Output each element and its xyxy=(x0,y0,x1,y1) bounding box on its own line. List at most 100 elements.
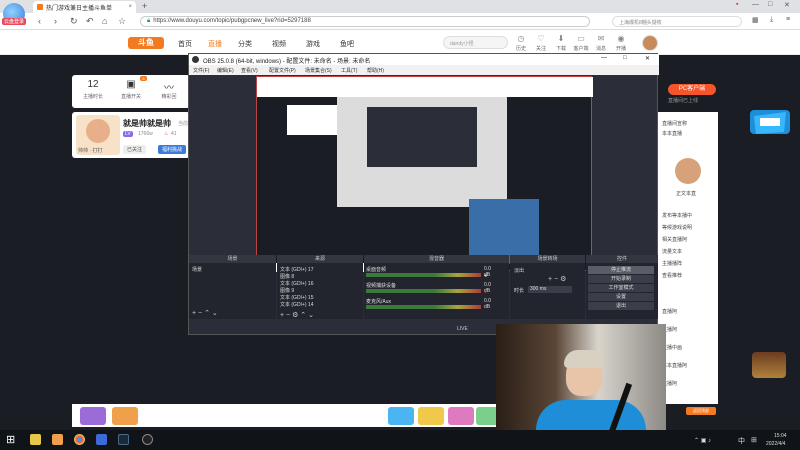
maximize-button[interactable]: □ xyxy=(768,1,772,8)
close-window-button[interactable]: ✕ xyxy=(784,1,790,9)
challenge-button[interactable]: 福利挑战 xyxy=(158,145,187,154)
settings-button[interactable]: 设置 xyxy=(588,293,654,301)
obs-maximize-button[interactable]: □ xyxy=(623,55,627,61)
controls-header: 控件 xyxy=(586,255,658,263)
nav-category[interactable]: 分类 xyxy=(238,39,252,49)
streamer-name[interactable]: 就是帅就是帅 xyxy=(123,118,171,129)
menu-edit[interactable]: 编辑(E) xyxy=(217,67,234,74)
gift-icon[interactable] xyxy=(388,407,414,425)
nav-video[interactable]: 视频 xyxy=(272,39,286,49)
obs-taskbar-icon[interactable] xyxy=(142,434,153,445)
streamer-avatar[interactable]: 帅帅 · 打打 xyxy=(76,115,120,155)
back-to-top-button[interactable]: 返回顶部 xyxy=(686,407,716,415)
nav-home[interactable]: 首页 xyxy=(178,39,192,49)
broadcast-icon: ◉ xyxy=(617,34,625,43)
app-icon[interactable] xyxy=(96,434,107,445)
broadcast-button[interactable]: ◉ 开播 xyxy=(610,34,632,52)
stat-hours[interactable]: 12 主播时长 xyxy=(74,79,112,100)
add-scene-icon[interactable]: + − ⌃ ⌄ xyxy=(192,309,218,317)
right-text: 直播阿 xyxy=(662,309,678,315)
obs-preview-canvas[interactable] xyxy=(256,76,593,272)
transitions-header: 场景转场 xyxy=(510,255,585,263)
event-badge-logo[interactable] xyxy=(752,352,786,378)
pc-client-button[interactable]: PC客户端 xyxy=(668,84,716,95)
refresh-icon[interactable]: ↻ xyxy=(70,16,78,27)
douyu-logo[interactable]: 斗鱼 xyxy=(128,37,164,49)
gift-icon[interactable] xyxy=(448,407,474,425)
client-button[interactable]: ▭ 客户端 xyxy=(570,34,592,52)
app-icon[interactable] xyxy=(30,434,41,445)
speaker-icon[interactable]: 🔊︎ xyxy=(484,273,487,279)
user-avatar[interactable] xyxy=(642,35,658,51)
tab-close-icon[interactable]: × xyxy=(128,4,132,10)
anchor-avatar[interactable] xyxy=(675,158,701,184)
tray-icons[interactable]: ⌃ ▣ ♪ xyxy=(694,437,711,444)
message-button[interactable]: ✉ 消息 xyxy=(590,34,612,52)
sources-header: 来源 xyxy=(277,255,363,263)
browser-tabstrip: 热门游戏兼日主播斗鱼单 × + ▪ — □ ✕ xyxy=(0,0,800,13)
transition-select[interactable]: 淡出 xyxy=(514,267,524,274)
source-item[interactable]: 图像 9 xyxy=(280,287,362,294)
start-recording-button[interactable]: 开始录制 xyxy=(588,275,654,283)
transition-add-icon[interactable]: + − ⚙ xyxy=(548,275,566,283)
steam-icon[interactable] xyxy=(118,434,129,445)
nav-game[interactable]: 游戏 xyxy=(306,39,320,49)
exit-button[interactable]: 退出 xyxy=(588,302,654,310)
download-icon[interactable]: ⤓ xyxy=(770,16,773,24)
clock-time[interactable]: 15:04 xyxy=(774,433,787,439)
menu-view[interactable]: 查看(V) xyxy=(241,67,258,74)
follow-button[interactable]: 已关注 xyxy=(123,145,147,154)
studio-mode-button[interactable]: 工作室模式 xyxy=(588,284,654,292)
app-tray-icon[interactable]: ▪ xyxy=(736,1,738,8)
obs-minimize-button[interactable]: — xyxy=(601,55,607,61)
gift-icon[interactable] xyxy=(80,407,106,425)
undo-icon[interactable]: ↶ xyxy=(86,16,94,27)
gift-icon[interactable] xyxy=(418,407,444,425)
new-tab-button[interactable]: + xyxy=(142,1,147,11)
clock-date[interactable]: 2022/4/4 xyxy=(766,441,785,447)
gift-icon[interactable] xyxy=(112,407,138,425)
extensions-icon[interactable]: ▦ xyxy=(752,16,759,24)
menu-icon[interactable]: ≡ xyxy=(786,16,790,23)
menu-tools[interactable]: 工具(T) xyxy=(341,67,357,74)
douyu-search-input[interactable]: dandy小怪 xyxy=(443,36,508,49)
menu-file[interactable]: 文件(F) xyxy=(193,67,209,74)
stat-live-toggle[interactable]: ▣ 直播开关 xyxy=(112,79,150,100)
menu-profile[interactable]: 配置文件(P) xyxy=(269,67,296,74)
star-icon[interactable]: ☆ xyxy=(118,16,126,27)
download-button[interactable]: ⬇ 下载 xyxy=(550,34,572,52)
ime-indicator[interactable]: 中 xyxy=(738,436,745,446)
pubg-banner-logo[interactable] xyxy=(748,104,792,140)
history-button[interactable]: ◷ 历史 xyxy=(510,34,532,52)
menu-help[interactable]: 帮助(H) xyxy=(367,67,384,74)
ime-mode-icon[interactable]: ⊞ xyxy=(751,436,757,444)
minimize-button[interactable]: — xyxy=(752,1,759,8)
browser-tab[interactable]: 热门游戏兼日主播斗鱼单 × xyxy=(33,1,136,13)
muted-icon[interactable]: ● xyxy=(484,289,487,295)
obs-close-button[interactable]: ✕ xyxy=(645,55,650,62)
browser-search-input[interactable]: 上海爆机8棚头疑枚 xyxy=(612,16,742,27)
back-icon[interactable]: ‹ xyxy=(38,16,41,26)
nav-live[interactable]: 直播 xyxy=(208,39,222,49)
source-item[interactable]: 文本 (GDI+) 14 xyxy=(280,301,362,308)
home-icon[interactable]: ⌂ xyxy=(102,16,107,26)
address-bar-row: ‹ › ↻ ↶ ⌂ ☆ 🔒︎ https://www.douyu.com/topi… xyxy=(0,13,800,30)
app-icon[interactable] xyxy=(52,434,63,445)
scene-item[interactable]: 场景 xyxy=(192,266,274,273)
menu-scene-collection[interactable]: 场景集合(S) xyxy=(305,67,332,74)
forward-icon[interactable]: › xyxy=(54,16,57,26)
chrome-icon[interactable] xyxy=(74,434,85,445)
stop-streaming-button[interactable]: 停止推流 xyxy=(588,266,654,274)
follow-button[interactable]: ♡ 关注 xyxy=(530,34,552,52)
stat-highlights[interactable]: 〰精彩回 xyxy=(150,79,188,100)
source-item[interactable]: 文本 (GDI+) 16 xyxy=(280,280,362,287)
url-input[interactable]: 🔒︎ https://www.douyu.com/topic/pubgpcnew_… xyxy=(140,16,590,27)
history-icon: ◷ xyxy=(517,34,525,43)
add-source-icon[interactable]: + − ⚙ ⌃ ⌄ xyxy=(280,311,314,319)
windows-start-icon[interactable]: ⊞ xyxy=(6,433,15,446)
source-item[interactable]: 图像 8 xyxy=(280,273,362,280)
source-item[interactable]: 文本 (GDI+) 15 xyxy=(280,294,362,301)
duration-input[interactable]: 300 ms xyxy=(528,286,572,293)
source-item[interactable]: 文本 (GDI+) 17 xyxy=(280,266,362,273)
nav-yuba[interactable]: 鱼吧 xyxy=(340,39,354,49)
